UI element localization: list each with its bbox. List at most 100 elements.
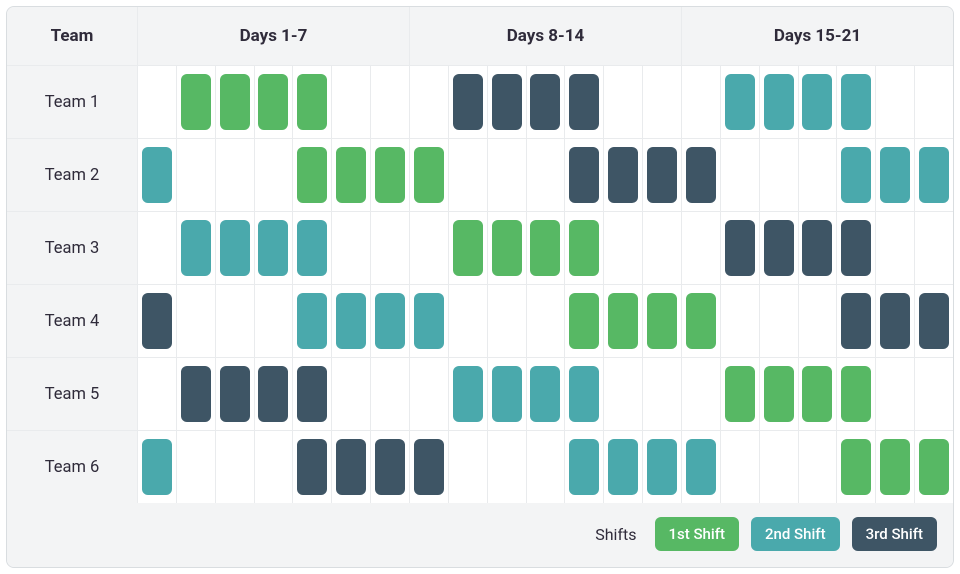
- day-cell: [915, 358, 953, 430]
- shift-block: [686, 147, 716, 203]
- day-cell: [876, 139, 914, 211]
- day-cell: [138, 358, 176, 430]
- day-cell: [527, 358, 565, 430]
- day-cell: [682, 66, 720, 138]
- shift-block: [608, 147, 638, 203]
- day-cell: [799, 66, 837, 138]
- day-cell: [565, 358, 603, 430]
- day-cell: [604, 431, 642, 503]
- day-cell: [915, 431, 953, 503]
- day-cell: [876, 212, 914, 284]
- day-cell: [177, 66, 215, 138]
- shift-block: [414, 293, 444, 349]
- day-cell: [643, 139, 681, 211]
- shift-block: [142, 147, 172, 203]
- day-cell: [915, 66, 953, 138]
- day-cell: [332, 431, 370, 503]
- day-cell: [293, 358, 331, 430]
- shift-block: [258, 74, 288, 130]
- shift-block: [569, 366, 599, 422]
- day-cell: [371, 285, 409, 357]
- shift-block: [569, 293, 599, 349]
- shift-block: [258, 220, 288, 276]
- legend-chip-shift3: 3rd Shift: [852, 517, 937, 551]
- day-cell: [410, 358, 448, 430]
- day-cell: [604, 212, 642, 284]
- shift-block: [297, 220, 327, 276]
- shift-block: [453, 366, 483, 422]
- day-cell: [876, 285, 914, 357]
- day-cell: [876, 358, 914, 430]
- day-cell: [760, 285, 798, 357]
- day-cell: [216, 285, 254, 357]
- day-cell: [216, 358, 254, 430]
- day-cell: [410, 431, 448, 503]
- shift-block: [725, 366, 755, 422]
- day-cell: [293, 212, 331, 284]
- shift-block: [919, 147, 949, 203]
- shift-block: [841, 366, 871, 422]
- day-cell: [643, 66, 681, 138]
- day-cell: [527, 66, 565, 138]
- shift-block: [647, 293, 677, 349]
- shift-block: [764, 74, 794, 130]
- day-cell: [565, 212, 603, 284]
- day-cell: [799, 212, 837, 284]
- day-cell: [876, 66, 914, 138]
- day-cell: [449, 212, 487, 284]
- shift-block: [919, 293, 949, 349]
- day-cell: [332, 285, 370, 357]
- day-cell: [332, 358, 370, 430]
- shift-block: [142, 439, 172, 495]
- shift-block: [414, 439, 444, 495]
- shift-block: [142, 293, 172, 349]
- day-cell: [255, 139, 293, 211]
- shift-block: [453, 220, 483, 276]
- day-cell: [565, 431, 603, 503]
- day-cell: [410, 212, 448, 284]
- day-cell: [799, 139, 837, 211]
- shift-block: [569, 439, 599, 495]
- day-cell: [527, 431, 565, 503]
- day-cell: [721, 285, 759, 357]
- legend: Shifts 1st Shift 2nd Shift 3rd Shift: [7, 503, 953, 567]
- day-cell: [488, 212, 526, 284]
- day-cell: [799, 358, 837, 430]
- day-cell: [488, 66, 526, 138]
- shift-block: [764, 220, 794, 276]
- day-cell: [915, 212, 953, 284]
- day-cell: [138, 431, 176, 503]
- shift-block: [841, 74, 871, 130]
- header-week: Days 8-14: [410, 7, 681, 65]
- day-cell: [721, 358, 759, 430]
- day-cell: [255, 285, 293, 357]
- shift-block: [336, 147, 366, 203]
- day-cell: [449, 358, 487, 430]
- day-cell: [255, 212, 293, 284]
- day-cell: [565, 285, 603, 357]
- day-cell: [216, 139, 254, 211]
- team-label: Team 4: [7, 285, 137, 357]
- day-cell: [410, 139, 448, 211]
- day-cell: [682, 139, 720, 211]
- shift-block: [181, 366, 211, 422]
- shift-block: [569, 74, 599, 130]
- day-cell: [293, 139, 331, 211]
- day-cell: [293, 66, 331, 138]
- schedule-grid: TeamDays 1-7Days 8-14Days 15-21Team 1Tea…: [7, 7, 953, 503]
- shift-block: [375, 147, 405, 203]
- day-cell: [643, 358, 681, 430]
- day-cell: [682, 212, 720, 284]
- day-cell: [371, 431, 409, 503]
- shift-block: [686, 293, 716, 349]
- team-label: Team 3: [7, 212, 137, 284]
- shift-block: [336, 439, 366, 495]
- shift-block: [492, 74, 522, 130]
- day-cell: [837, 212, 875, 284]
- day-cell: [760, 358, 798, 430]
- day-cell: [449, 139, 487, 211]
- day-cell: [760, 431, 798, 503]
- day-cell: [177, 285, 215, 357]
- team-label: Team 1: [7, 66, 137, 138]
- day-cell: [255, 66, 293, 138]
